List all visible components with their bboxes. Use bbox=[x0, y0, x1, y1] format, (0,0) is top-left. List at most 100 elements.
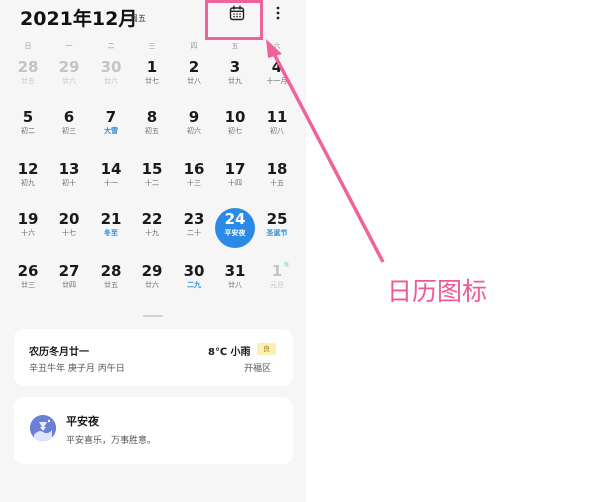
lunar-label: 十七 bbox=[62, 229, 76, 237]
lunar-label: 二九 bbox=[187, 281, 201, 289]
workday-badge: 班 bbox=[284, 262, 290, 268]
lunar-label: 廿五 bbox=[21, 77, 35, 85]
lunar-label: 廿八 bbox=[228, 281, 242, 289]
day-cell[interactable]: 20 十七 bbox=[49, 208, 89, 248]
day-number: 28 bbox=[100, 262, 122, 280]
lunar-label: 十一月 bbox=[266, 77, 288, 85]
lunar-label: 初九 bbox=[21, 179, 35, 187]
day-cell[interactable]: 25 圣诞节 bbox=[257, 208, 297, 248]
day-cell[interactable]: 15 十二 bbox=[132, 158, 172, 198]
day-number: 28 bbox=[17, 58, 39, 76]
day-cell[interactable]: 29 廿六 bbox=[132, 260, 172, 300]
event-card[interactable]: 平安夜 平安喜乐，万事胜意。 bbox=[14, 397, 293, 464]
day-number: 26 bbox=[17, 262, 39, 280]
day-number: 24 bbox=[224, 210, 246, 228]
day-cell[interactable]: 7 大雪 bbox=[91, 106, 131, 146]
day-number: 14 bbox=[100, 160, 122, 178]
day-number: 12 bbox=[17, 160, 39, 178]
day-number: 23 bbox=[183, 210, 205, 228]
lunar-label: 二十 bbox=[187, 229, 201, 237]
day-number: 29 bbox=[58, 58, 80, 76]
day-cell[interactable]: 12 初九 bbox=[8, 158, 48, 198]
district-name: 开福区 bbox=[244, 364, 272, 374]
lunar-label: 廿五 bbox=[104, 281, 118, 289]
day-number: 19 bbox=[17, 210, 39, 228]
highlight-box bbox=[205, 0, 263, 40]
day-cell[interactable]: 29 廿六 bbox=[49, 56, 89, 96]
day-number: 7 bbox=[105, 108, 117, 126]
lunar-label: 圣诞节 bbox=[266, 229, 288, 237]
day-number: 1 bbox=[271, 262, 283, 280]
day-number: 30 bbox=[100, 58, 122, 76]
day-cell[interactable]: 3 廿九 bbox=[215, 56, 255, 96]
day-number: 6 bbox=[63, 108, 75, 126]
day-number: 20 bbox=[58, 210, 80, 228]
day-number: 18 bbox=[266, 160, 288, 178]
day-cell[interactable]: 1 廿七 bbox=[132, 56, 172, 96]
day-number: 11 bbox=[266, 108, 288, 126]
day-number: 30 bbox=[183, 262, 205, 280]
lunar-label: 十五 bbox=[270, 179, 284, 187]
ganzhi-date: 辛丑牛年 庚子月 丙午日 bbox=[29, 364, 125, 374]
day-number: 25 bbox=[266, 210, 288, 228]
event-title: 平安夜 bbox=[66, 415, 99, 428]
lunar-label: 十二 bbox=[145, 179, 159, 187]
day-number: 21 bbox=[100, 210, 122, 228]
day-cell[interactable]: 14 十一 bbox=[91, 158, 131, 198]
lunar-label: 初三 bbox=[62, 127, 76, 135]
day-number: 15 bbox=[141, 160, 163, 178]
annotation-label: 日历图标 bbox=[387, 277, 488, 306]
day-cell[interactable]: 18 十五 bbox=[257, 158, 297, 198]
day-cell[interactable]: 1 元旦 班 bbox=[257, 260, 297, 300]
event-subtitle: 平安喜乐，万事胜意。 bbox=[66, 436, 157, 446]
aqi-badge: 良 bbox=[257, 343, 276, 355]
day-cell[interactable]: 30 二九 bbox=[174, 260, 214, 300]
day-cell[interactable]: 28 廿五 bbox=[8, 56, 48, 96]
lunar-label: 大雪 bbox=[104, 127, 118, 135]
day-cell[interactable]: 23 二十 bbox=[174, 208, 214, 248]
day-cell[interactable]: 19 十六 bbox=[8, 208, 48, 248]
day-cell[interactable]: 13 初十 bbox=[49, 158, 89, 198]
day-cell[interactable]: 8 初五 bbox=[132, 106, 172, 146]
day-cell[interactable]: 30 廿六 bbox=[91, 56, 131, 96]
day-cell[interactable]: 11 初八 bbox=[257, 106, 297, 146]
lunar-label: 冬至 bbox=[104, 229, 118, 237]
lunar-label: 十六 bbox=[21, 229, 35, 237]
day-cell[interactable]: 28 廿五 bbox=[91, 260, 131, 300]
day-cell[interactable]: 21 冬至 bbox=[91, 208, 131, 248]
day-cell[interactable]: 17 十四 bbox=[215, 158, 255, 198]
lunar-label: 廿三 bbox=[21, 281, 35, 289]
lunar-label: 初二 bbox=[21, 127, 35, 135]
month-grid: 28 廿五 29 廿六 30 廿六 1 廿七 2 廿八 3 廿九 4 十一月 5 初二 6 初三 7 大雪 8 初五 9 初六… bbox=[0, 0, 306, 310]
lunar-label: 十四 bbox=[228, 179, 242, 187]
day-number: 10 bbox=[224, 108, 246, 126]
day-cell[interactable]: 2 廿八 bbox=[174, 56, 214, 96]
lunar-date: 农历冬月廿一 bbox=[29, 347, 89, 358]
day-number: 1 bbox=[146, 58, 158, 76]
day-number: 2 bbox=[188, 58, 200, 76]
lunar-label: 十一 bbox=[104, 179, 118, 187]
lunar-label: 廿七 bbox=[145, 77, 159, 85]
lunar-info-card[interactable]: 农历冬月廿一 辛丑牛年 庚子月 丙午日 8℃ 小雨 良 开福区 bbox=[14, 329, 293, 386]
day-cell[interactable]: 10 初七 bbox=[215, 106, 255, 146]
day-cell-today[interactable]: 24 平安夜 bbox=[215, 208, 255, 248]
lunar-label: 初七 bbox=[228, 127, 242, 135]
day-number: 29 bbox=[141, 262, 163, 280]
day-cell[interactable]: 5 初二 bbox=[8, 106, 48, 146]
lunar-label: 廿六 bbox=[104, 77, 118, 85]
lunar-label: 元旦 bbox=[270, 281, 284, 289]
day-cell[interactable]: 31 廿八 bbox=[215, 260, 255, 300]
day-cell[interactable]: 16 十三 bbox=[174, 158, 214, 198]
day-cell[interactable]: 22 十九 bbox=[132, 208, 172, 248]
day-number: 5 bbox=[22, 108, 34, 126]
day-cell[interactable]: 26 廿三 bbox=[8, 260, 48, 300]
day-cell[interactable]: 27 廿四 bbox=[49, 260, 89, 300]
day-number: 22 bbox=[141, 210, 163, 228]
day-cell[interactable]: 6 初三 bbox=[49, 106, 89, 146]
drag-handle[interactable] bbox=[143, 315, 163, 317]
day-cell[interactable]: 9 初六 bbox=[174, 106, 214, 146]
day-number: 17 bbox=[224, 160, 246, 178]
day-number: 9 bbox=[188, 108, 200, 126]
weather-summary: 8℃ 小雨 bbox=[208, 347, 251, 358]
day-cell[interactable]: 4 十一月 bbox=[257, 56, 297, 96]
